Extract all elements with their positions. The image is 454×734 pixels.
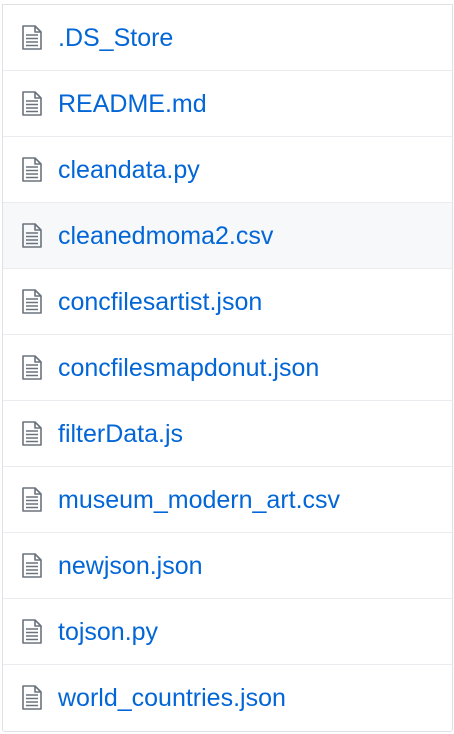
file-link[interactable]: cleanedmoma2.csv — [58, 221, 273, 251]
file-row-cleanedmoma2[interactable]: cleanedmoma2.csv — [3, 202, 452, 268]
file-row-tojson[interactable]: tojson.py — [3, 598, 452, 664]
file-text-icon — [21, 487, 43, 513]
file-text-icon — [21, 685, 43, 711]
file-text-icon — [21, 619, 43, 645]
file-row-cleandata[interactable]: cleandata.py — [3, 136, 452, 202]
file-row-ds-store[interactable]: .DS_Store — [3, 5, 452, 70]
file-row-newjson[interactable]: newjson.json — [3, 532, 452, 598]
file-link[interactable]: concfilesartist.json — [58, 287, 262, 317]
file-link[interactable]: tojson.py — [58, 617, 158, 647]
file-text-icon — [21, 553, 43, 579]
file-row-concfilesartist[interactable]: concfilesartist.json — [3, 268, 452, 334]
file-text-icon — [21, 157, 43, 183]
file-link[interactable]: world_countries.json — [58, 683, 286, 713]
file-link[interactable]: README.md — [58, 89, 207, 119]
file-list: .DS_Store README.md cleandata.py cleaned… — [2, 4, 453, 732]
file-row-museum-modern-art[interactable]: museum_modern_art.csv — [3, 466, 452, 532]
file-text-icon — [21, 223, 43, 249]
file-row-filterdata[interactable]: filterData.js — [3, 400, 452, 466]
file-text-icon — [21, 25, 43, 51]
file-row-readme[interactable]: README.md — [3, 70, 452, 136]
file-text-icon — [21, 355, 43, 381]
file-link[interactable]: concfilesmapdonut.json — [58, 353, 319, 383]
file-link[interactable]: .DS_Store — [58, 23, 173, 53]
file-link[interactable]: museum_modern_art.csv — [58, 485, 340, 515]
file-row-world-countries[interactable]: world_countries.json — [3, 664, 452, 730]
file-row-concfilesmapdonut[interactable]: concfilesmapdonut.json — [3, 334, 452, 400]
file-text-icon — [21, 91, 43, 117]
file-link[interactable]: filterData.js — [58, 419, 183, 449]
file-text-icon — [21, 289, 43, 315]
file-link[interactable]: cleandata.py — [58, 155, 200, 185]
file-text-icon — [21, 421, 43, 447]
file-link[interactable]: newjson.json — [58, 551, 203, 581]
